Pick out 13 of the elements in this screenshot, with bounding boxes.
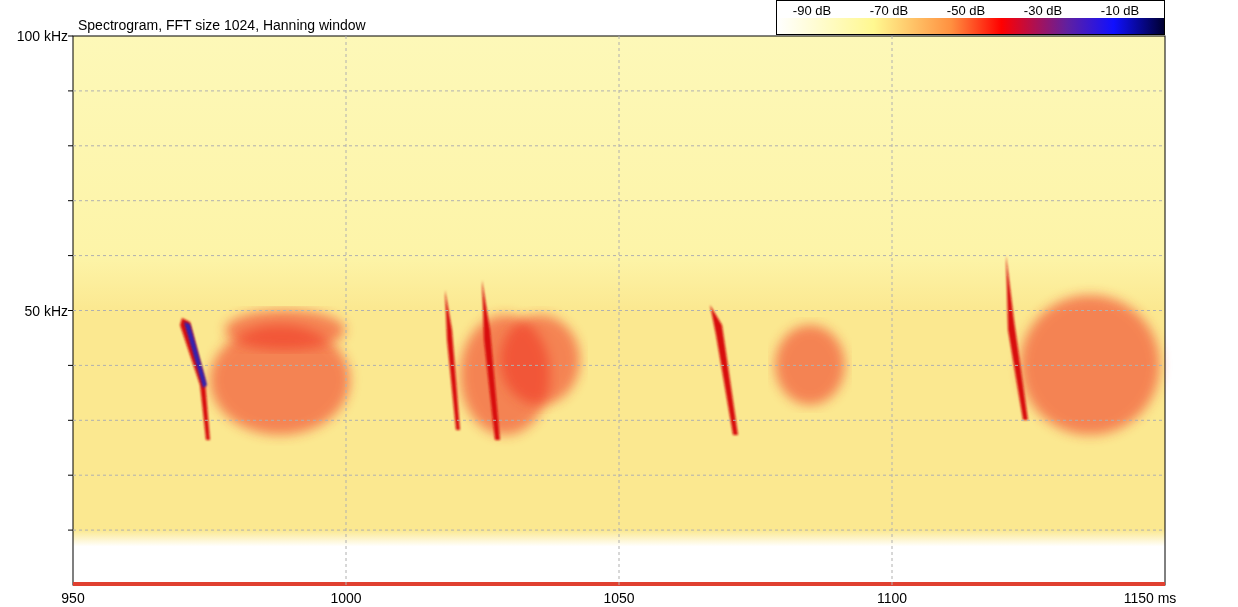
axis-label: 1100: [876, 590, 908, 606]
color-scale-label: -70 dB: [869, 3, 909, 18]
axis-label: 1050: [603, 590, 635, 606]
color-scale-label: -90 dB: [792, 3, 832, 18]
color-scale-label: -50 dB: [946, 3, 986, 18]
color-scale-label: -10 dB: [1100, 3, 1140, 18]
axis-label: 100 kHz: [16, 28, 68, 44]
axis-label: 50 kHz: [24, 302, 68, 319]
axis-label: 1000: [330, 590, 362, 606]
axis-label: 950: [61, 590, 85, 606]
chart-title: Spectrogram, FFT size 1024, Hanning window: [78, 17, 366, 33]
color-scale-label: -30 dB: [1023, 3, 1063, 18]
axis-label: 1150 ms: [1123, 590, 1177, 606]
